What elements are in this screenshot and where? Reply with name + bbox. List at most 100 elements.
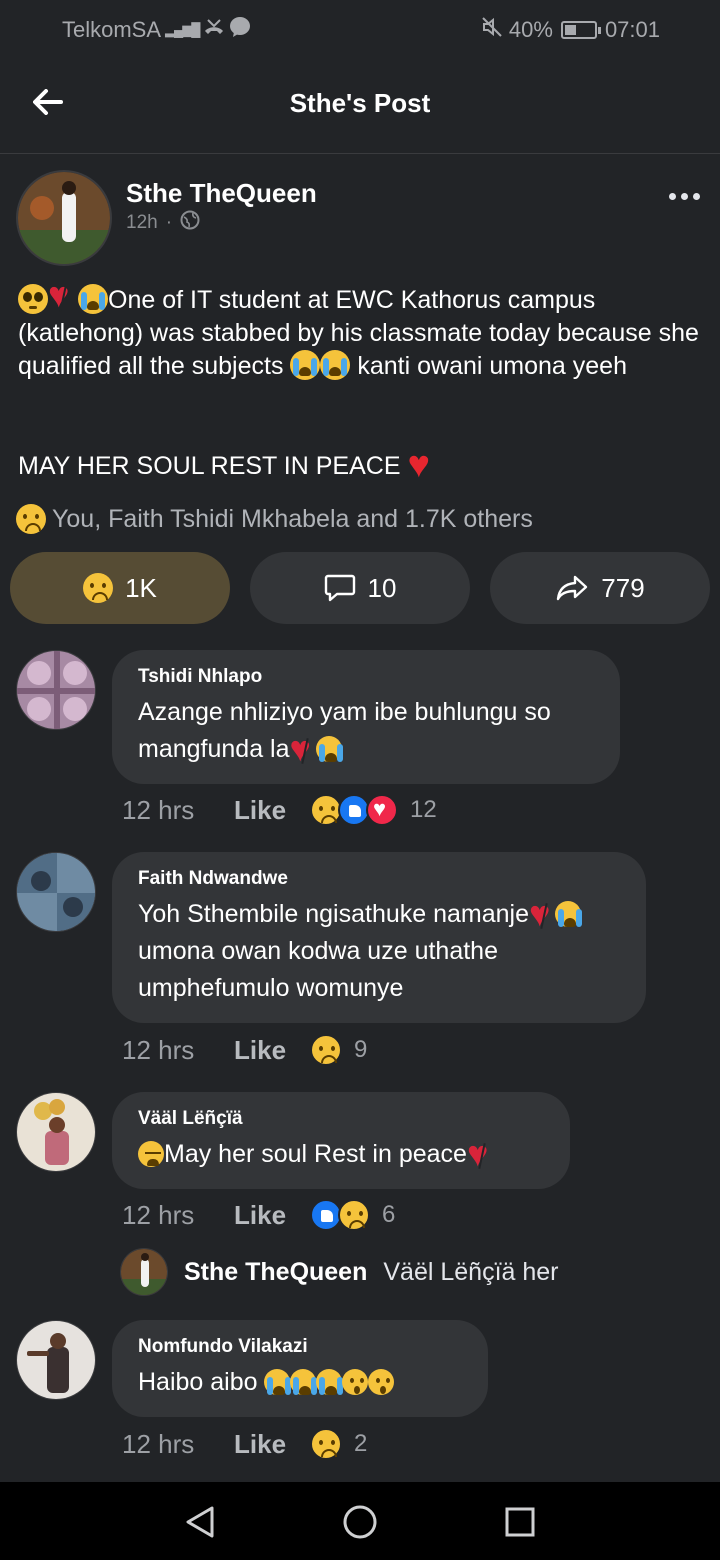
comment-bubble[interactable]: Faith Ndwandwe Yoh Sthembile ngisathuke … xyxy=(112,852,646,1023)
square-recents-icon xyxy=(505,1507,535,1537)
sad-reaction-icon xyxy=(310,1428,342,1460)
post-meta: 12h · xyxy=(126,210,200,236)
clock: 07:01 xyxy=(604,17,660,42)
comment-reactions[interactable] xyxy=(310,794,398,826)
share-button[interactable]: 779 xyxy=(490,552,710,624)
comment-count: 10 xyxy=(367,572,397,603)
messenger-icon xyxy=(229,16,251,44)
reply-preview[interactable]: Sthe TheQueen Väël Lëñçïä her xyxy=(120,1248,559,1296)
nav-back-button[interactable] xyxy=(180,1502,220,1542)
sad-reaction-icon xyxy=(310,1034,342,1066)
comment-button[interactable]: 10 xyxy=(250,552,470,624)
comment-text: Haibo aibo xyxy=(138,1364,462,1401)
broken-heart-emoji xyxy=(467,1135,493,1172)
post-body-line2: MAY HER SOUL REST IN PEACE xyxy=(18,444,437,487)
commenter-name[interactable]: Faith Ndwandwe xyxy=(138,868,620,890)
post-action-row: 1K 10 779 xyxy=(10,552,710,624)
more-dot xyxy=(680,192,688,200)
post-body: One of IT student at EWC Kathorus campus… xyxy=(18,278,708,383)
status-left: TelkomSA ▂▄▆█ xyxy=(62,16,251,44)
nav-recents-button[interactable] xyxy=(500,1502,540,1542)
weary-face-emoji xyxy=(138,1141,164,1167)
post-author[interactable]: Sthe TheQueen xyxy=(126,178,317,209)
reply-text: Väël Lëñçïä her xyxy=(383,1257,559,1286)
comment-bubble[interactable]: Tshidi Nhlapo Azange nhliziyo yam ibe bu… xyxy=(112,650,620,784)
crying-face-emoji xyxy=(555,901,582,927)
comment-reactions[interactable] xyxy=(310,1199,370,1231)
love-reaction-icon xyxy=(366,794,398,826)
sad-reaction-icon xyxy=(16,504,46,534)
broken-heart-emoji xyxy=(48,278,78,314)
sad-reaction-icon xyxy=(83,573,114,603)
hushed-face-emoji xyxy=(342,1369,369,1395)
comment-like-button[interactable]: Like xyxy=(234,1429,310,1460)
post-time: 12h xyxy=(126,212,158,233)
comment-reaction-count: 12 xyxy=(410,796,437,823)
battery-icon xyxy=(560,21,601,39)
broken-heart-emoji xyxy=(529,895,555,932)
globe-icon xyxy=(180,210,200,236)
missed-call-icon xyxy=(203,17,225,43)
comment-text-content: Haibo aibo xyxy=(138,1368,258,1396)
commenter-avatar[interactable] xyxy=(16,1320,96,1400)
comment-reactions[interactable] xyxy=(310,1428,342,1460)
comment-reaction-count: 9 xyxy=(354,1036,368,1063)
comment-reaction-count: 6 xyxy=(382,1201,396,1228)
post-header: Sthe TheQueen 12h · xyxy=(16,170,706,270)
signal-icon: ▂▄▆█ xyxy=(165,22,200,37)
comment-bubble[interactable]: Nomfundo Vilakazi Haibo aibo xyxy=(112,1320,488,1417)
mute-icon xyxy=(481,16,503,44)
commenter-avatar[interactable] xyxy=(16,852,96,932)
status-bar: TelkomSA ▂▄▆█ 40% 07:01 xyxy=(0,0,720,58)
comment-icon xyxy=(324,574,355,602)
author-avatar[interactable] xyxy=(16,170,112,266)
battery-percent: 40% xyxy=(508,17,553,42)
reaction-summary[interactable]: You, Faith Tshidi Mkhabela and 1.7K othe… xyxy=(16,504,533,534)
page-title: Sthe's Post xyxy=(289,88,431,118)
reply-author[interactable]: Sthe TheQueen xyxy=(184,1258,367,1287)
triangle-back-icon xyxy=(186,1506,214,1538)
meta-separator: · xyxy=(165,212,173,233)
comment-text-content: May her soul Rest in peace xyxy=(164,1140,467,1168)
comment-text-content: Yoh Sthembile ngisathuke namanje xyxy=(138,900,530,928)
commenter-avatar[interactable] xyxy=(16,1092,96,1172)
commenter-name[interactable]: Vääl Lëñçïä xyxy=(138,1108,544,1130)
post-text-rip: MAY HER SOUL REST IN PEACE xyxy=(18,452,401,480)
comment-like-button[interactable]: Like xyxy=(234,795,310,826)
app-header: Sthe's Post xyxy=(0,58,720,154)
crying-face-emoji xyxy=(290,350,321,380)
comment-actions: 12 hrs Like 2 xyxy=(122,1428,367,1460)
crying-face-emoji xyxy=(320,350,351,380)
crying-face-emoji xyxy=(78,284,108,314)
carrier-label: TelkomSA xyxy=(62,17,162,42)
comment-text-content: Azange nhliziyo yam ibe buhlungu so mang… xyxy=(138,698,551,763)
comment-time: 12 hrs xyxy=(122,794,195,825)
more-dot xyxy=(668,192,676,200)
status-right: 40% 07:01 xyxy=(481,16,660,44)
crying-face-emoji xyxy=(290,1369,317,1395)
reaction-summary-text: You, Faith Tshidi Mkhabela and 1.7K othe… xyxy=(52,504,533,533)
comment-reactions[interactable] xyxy=(310,1034,342,1066)
react-button[interactable]: 1K xyxy=(10,552,230,624)
comment-actions: 12 hrs Like 9 xyxy=(122,1034,367,1066)
comment-reaction-count: 2 xyxy=(354,1430,368,1457)
comment-time: 12 hrs xyxy=(122,1199,195,1230)
share-count: 779 xyxy=(601,572,645,603)
comment-like-button[interactable]: Like xyxy=(234,1035,310,1066)
comment-time: 12 hrs xyxy=(122,1034,195,1065)
comment-text: Yoh Sthembile ngisathuke namanje umona ow… xyxy=(138,895,620,1007)
post-text-part2: kanti owani umona yeeh xyxy=(357,352,627,380)
commenter-name[interactable]: Nomfundo Vilakazi xyxy=(138,1336,462,1358)
comment-bubble[interactable]: Vääl Lëñçïä May her soul Rest in peace xyxy=(112,1092,570,1189)
comment-like-button[interactable]: Like xyxy=(234,1200,310,1231)
hushed-face-emoji xyxy=(368,1369,395,1395)
broken-heart-emoji xyxy=(290,730,316,767)
share-icon xyxy=(557,575,588,601)
circle-home-icon xyxy=(343,1505,377,1539)
nav-home-button[interactable] xyxy=(340,1502,380,1542)
more-options-button[interactable] xyxy=(662,184,706,208)
crying-face-emoji xyxy=(315,736,342,762)
commenter-name[interactable]: Tshidi Nhlapo xyxy=(138,666,594,688)
commenter-avatar[interactable] xyxy=(16,650,96,730)
more-dot xyxy=(692,192,700,200)
